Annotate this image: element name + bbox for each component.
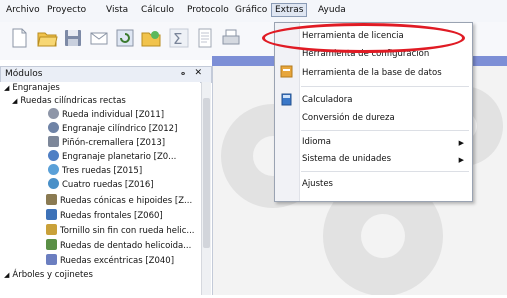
gear-pair-icon — [48, 122, 59, 133]
menu-item-unidades[interactable]: Sistema de unidades — [302, 154, 391, 164]
document-icon[interactable] — [194, 27, 216, 49]
submenu-arrow-icon: ▶ — [458, 156, 464, 164]
face-gear-icon — [46, 209, 57, 220]
tree-node-label: Engranaje cilíndrico [Z012] — [62, 124, 178, 134]
tree-node-label: Árboles y cojinetes — [12, 270, 93, 280]
open-folder-icon[interactable] — [36, 27, 58, 49]
tree-node-z060[interactable]: Ruedas frontales [Z060] — [46, 209, 163, 222]
tree-node-worm[interactable]: Tornillo sin fin con rueda helic... — [46, 224, 195, 237]
menu-grafico[interactable]: Gráfico — [235, 5, 267, 15]
submenu-arrow-icon: ▶ — [458, 139, 464, 147]
tree-node-label: Ruedas cónicas e hipoides [Z... — [60, 196, 193, 206]
menu-ayuda[interactable]: Ayuda — [318, 5, 346, 15]
tree-node-label: Rueda individual [Z011] — [62, 110, 165, 120]
menu-icon-gutter — [275, 23, 300, 201]
new-file-icon[interactable] — [8, 27, 30, 49]
tree-node-label: Cuatro ruedas [Z016] — [62, 180, 154, 190]
menu-extras[interactable]: Extras — [271, 3, 308, 17]
expand-arrow-icon[interactable]: ◢ — [12, 97, 17, 105]
four-gears-icon — [48, 178, 59, 189]
tree-node-z016[interactable]: Cuatro ruedas [Z016] — [48, 178, 154, 191]
expand-arrow-icon[interactable]: ◢ — [4, 271, 9, 279]
tree-node-label: Ruedas excéntricas [Z040] — [60, 256, 175, 266]
tree-node-label: Tres ruedas [Z015] — [62, 166, 143, 176]
menu-archivo[interactable]: Archivo — [6, 5, 40, 15]
tree-node-engranajes[interactable]: ◢ Engranajes — [4, 82, 60, 95]
menu-item-dureza[interactable]: Conversión de dureza — [302, 113, 395, 123]
modules-panel-header: Módulos ₒ ✕ — [0, 66, 212, 83]
menu-proyecto[interactable]: Proyecto — [47, 5, 86, 15]
menu-separator — [301, 130, 469, 131]
calculator-icon — [281, 93, 292, 106]
gear-icon — [48, 108, 59, 119]
tree-node-bevel[interactable]: Ruedas cónicas e hipoides [Z... — [46, 194, 192, 207]
tree-node-z013[interactable]: Piñón-cremallera [Z013] — [48, 136, 165, 149]
menu-item-ajustes[interactable]: Ajustes — [302, 179, 333, 189]
print-icon[interactable] — [220, 27, 242, 49]
tree-node-z015[interactable]: Tres ruedas [Z015] — [48, 164, 142, 177]
sum-icon[interactable]: Σ — [168, 27, 190, 49]
tree-node-label: Engranajes — [12, 83, 60, 93]
refresh-icon[interactable] — [114, 27, 136, 49]
helical-icon — [46, 239, 57, 250]
tree-node-ruedas-cilindricas[interactable]: ◢ Ruedas cilíndricas rectas — [12, 95, 126, 108]
tree-node-helical[interactable]: Ruedas de dentado helicoida... — [46, 239, 191, 252]
tree-scrollbar[interactable] — [201, 82, 211, 295]
save-icon[interactable] — [62, 27, 84, 49]
expand-arrow-icon[interactable]: ◢ — [4, 84, 9, 92]
svg-text:Σ: Σ — [173, 30, 182, 48]
tree-node-label: Ruedas cilíndricas rectas — [20, 96, 126, 106]
menu-bar: Archivo Proyecto Vista Cálculo Protocolo… — [0, 0, 507, 23]
open-project-icon[interactable] — [140, 27, 162, 49]
tree-node-z040[interactable]: Ruedas excéntricas [Z040] — [46, 254, 174, 267]
tree-node-z011[interactable]: Rueda individual [Z011] — [48, 108, 164, 121]
database-icon — [280, 65, 293, 78]
panel-close-button[interactable]: ₒ ✕ — [181, 68, 205, 78]
planetary-icon — [48, 150, 59, 161]
tree-node-label: Engranaje planetario [Z0... — [62, 152, 177, 162]
menu-separator — [301, 171, 469, 172]
three-gears-icon — [48, 164, 59, 175]
panel-title: Módulos — [5, 69, 43, 79]
email-icon[interactable] — [88, 27, 110, 49]
highlight-ellipse — [262, 23, 465, 53]
tree-node-z012[interactable]: Engranaje cilíndrico [Z012] — [48, 122, 177, 135]
menu-separator — [301, 86, 469, 87]
worm-icon — [46, 224, 57, 235]
module-tree: ◢ Engranajes ◢ Ruedas cilíndricas rectas R… — [0, 82, 200, 295]
menu-item-idioma[interactable]: Idioma — [302, 137, 331, 147]
tree-node-label: Ruedas de dentado helicoida... — [60, 241, 192, 251]
tree-node-arboles[interactable]: ◢ Árboles y cojinetes — [4, 269, 93, 282]
eccentric-icon — [46, 254, 57, 265]
tree-node-label: Tornillo sin fin con rueda helic... — [60, 226, 195, 236]
tree-node-z014[interactable]: Engranaje planetario [Z0... — [48, 150, 176, 163]
rack-icon — [48, 136, 59, 147]
menu-vista[interactable]: Vista — [106, 5, 128, 15]
bevel-gear-icon — [46, 194, 57, 205]
scrollbar-thumb[interactable] — [203, 98, 210, 248]
tree-node-label: Ruedas frontales [Z060] — [60, 211, 163, 221]
menu-protocolo[interactable]: Protocolo — [187, 5, 229, 15]
tree-node-label: Piñón-cremallera [Z013] — [62, 138, 166, 148]
menu-item-base-datos[interactable]: Herramienta de la base de datos — [302, 68, 442, 78]
menu-calculo[interactable]: Cálculo — [141, 5, 174, 15]
menu-item-calculadora[interactable]: Calculadora — [302, 95, 352, 105]
